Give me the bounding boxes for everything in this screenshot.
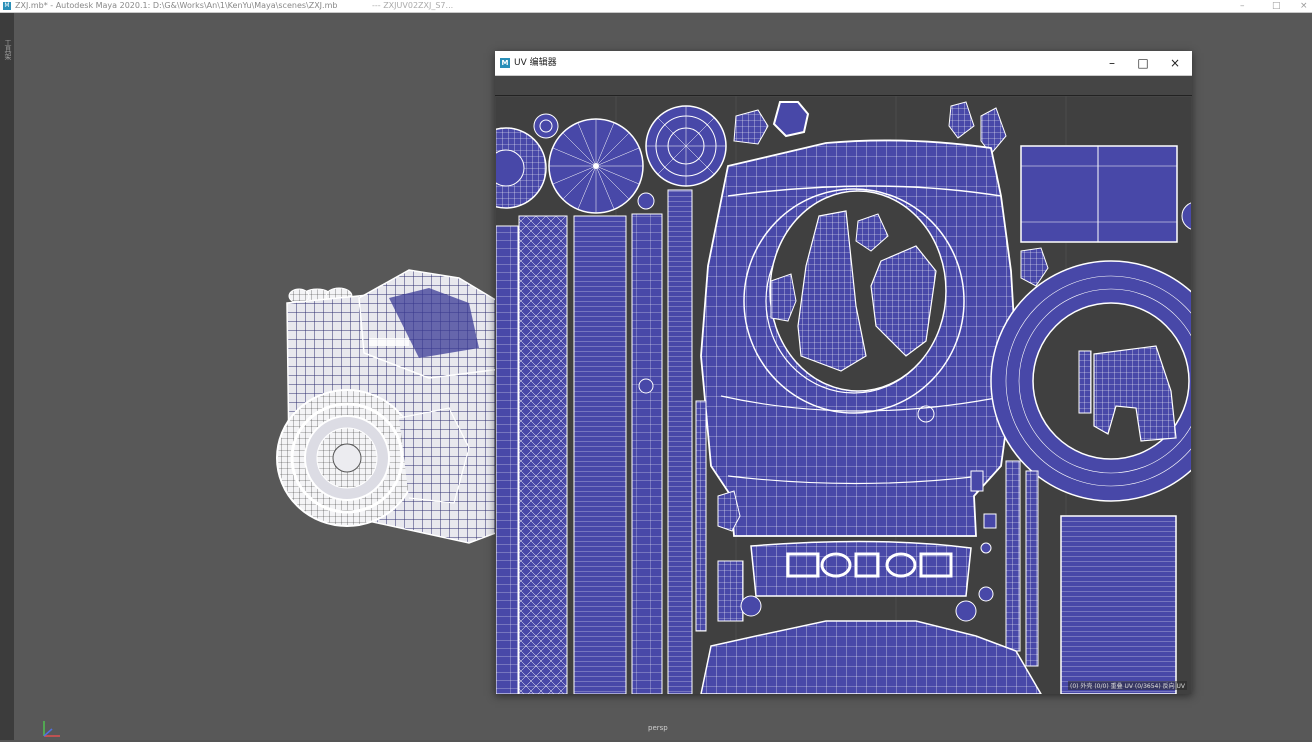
uv-editor-toolbar[interactable] bbox=[495, 76, 1192, 96]
uv-shell-main-body[interactable] bbox=[700, 139, 1017, 537]
uv-shell[interactable] bbox=[548, 118, 644, 214]
uv-shell-ring[interactable] bbox=[990, 260, 1191, 502]
side-strip: 工具架 bbox=[0, 13, 14, 740]
uv-shell[interactable] bbox=[700, 620, 1042, 694]
uv-maximize-button[interactable]: □ bbox=[1128, 51, 1158, 75]
uv-canvas[interactable]: (0) 外壳 (0/0) 重叠 UV (0/3654) 反向 UV bbox=[496, 96, 1191, 694]
uv-editor-title: UV 编辑器 bbox=[514, 58, 557, 68]
maya-logo-icon: M bbox=[500, 58, 510, 68]
uv-shell[interactable] bbox=[645, 105, 727, 187]
uv-shell[interactable] bbox=[573, 215, 627, 694]
uv-editor-window[interactable]: M UV 编辑器 – □ × (0) 外壳 (0/0) 重叠 UV (0/365… bbox=[495, 51, 1192, 694]
uv-shell[interactable] bbox=[496, 225, 519, 694]
window-title: ZXJ.mb* - Autodesk Maya 2020.1: D:\G&\Wo… bbox=[15, 1, 338, 10]
minimize-button[interactable]: – bbox=[1240, 0, 1245, 12]
uv-shell[interactable] bbox=[533, 113, 559, 139]
uv-shell[interactable] bbox=[496, 127, 547, 209]
camera-model[interactable] bbox=[269, 258, 514, 558]
maximize-button[interactable]: □ bbox=[1272, 0, 1281, 12]
window-title-extra: --- ZXJUV02ZXJ_S7... bbox=[372, 1, 454, 10]
camera-name-label: persp bbox=[648, 724, 668, 732]
uv-close-button[interactable]: × bbox=[1160, 51, 1190, 75]
maya-logo-icon: M bbox=[3, 2, 11, 10]
side-strip-label[interactable]: 工具架 bbox=[3, 39, 13, 60]
uv-shell[interactable] bbox=[667, 189, 693, 694]
uv-status-readout: (0) 外壳 (0/0) 重叠 UV (0/3654) 反向 UV bbox=[1068, 681, 1187, 690]
close-button[interactable]: × bbox=[1300, 0, 1308, 12]
uv-shell-logo[interactable] bbox=[750, 540, 972, 597]
uv-shell[interactable] bbox=[631, 213, 663, 694]
uv-shell[interactable] bbox=[518, 215, 568, 694]
uv-shell[interactable] bbox=[1060, 515, 1177, 694]
uv-editor-title-bar[interactable]: M UV 编辑器 – □ × bbox=[495, 51, 1192, 76]
uv-shell[interactable] bbox=[1020, 145, 1178, 243]
maya-title-bar: M ZXJ.mb* - Autodesk Maya 2020.1: D:\G&\… bbox=[0, 0, 1312, 13]
xyz-axis-icon bbox=[43, 721, 60, 737]
uv-minimize-button[interactable]: – bbox=[1097, 51, 1127, 75]
